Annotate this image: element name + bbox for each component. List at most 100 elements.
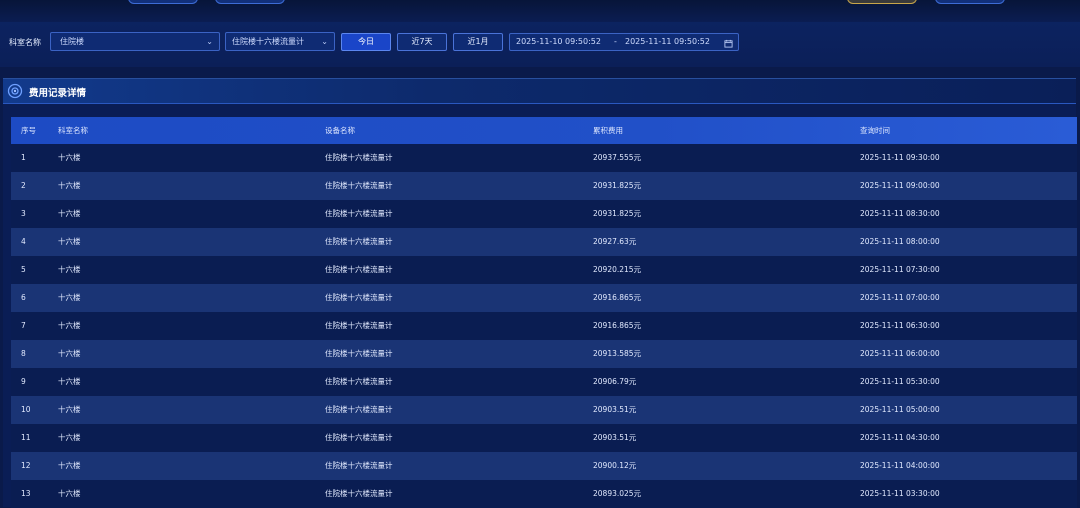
- table-row[interactable]: 2 十六楼 住院楼十六楼流量计 20931.825元 2025-11-11 09…: [11, 172, 1077, 200]
- header-index: 序号: [21, 126, 36, 135]
- filter-bar: 科室名称 住院楼 ⌄ 住院楼十六楼流量计 ⌄ 今日 近7天 近1月 2025-1…: [0, 22, 1080, 67]
- top-nav-tab[interactable]: [847, 0, 917, 4]
- table-row[interactable]: 5 十六楼 住院楼十六楼流量计 20920.215元 2025-11-11 07…: [11, 256, 1077, 284]
- table-header: 序号 科室名称 设备名称 累积费用 查询时间: [11, 117, 1077, 144]
- cell-index: 13: [21, 489, 31, 498]
- cell-dept: 十六楼: [58, 265, 81, 274]
- top-nav-tab[interactable]: [128, 0, 198, 4]
- cell-device: 住院楼十六楼流量计: [325, 321, 393, 330]
- cell-cost: 20903.51元: [593, 433, 637, 442]
- cell-time: 2025-11-11 09:30:00: [860, 153, 940, 162]
- table-row[interactable]: 11 十六楼 住院楼十六楼流量计 20903.51元 2025-11-11 04…: [11, 424, 1077, 452]
- cell-index: 11: [21, 433, 31, 442]
- calendar-icon: [724, 38, 733, 54]
- last-1-month-button[interactable]: 近1月: [453, 33, 503, 51]
- top-nav-tab[interactable]: [215, 0, 285, 4]
- header-dept: 科室名称: [58, 126, 88, 135]
- top-nav-tab[interactable]: [935, 0, 1005, 4]
- dept-select[interactable]: 住院楼 ⌄: [50, 32, 220, 51]
- cell-dept: 十六楼: [58, 153, 81, 162]
- cell-device: 住院楼十六楼流量计: [325, 153, 393, 162]
- cell-time: 2025-11-11 08:00:00: [860, 237, 940, 246]
- table-row[interactable]: 1 十六楼 住院楼十六楼流量计 20937.555元 2025-11-11 09…: [11, 144, 1077, 172]
- cell-index: 6: [21, 293, 26, 302]
- cell-time: 2025-11-11 06:00:00: [860, 349, 940, 358]
- cell-cost: 20913.585元: [593, 349, 642, 358]
- panel-title: 费用记录详情: [29, 88, 87, 99]
- cell-dept: 十六楼: [58, 461, 81, 470]
- table-row[interactable]: 8 十六楼 住院楼十六楼流量计 20913.585元 2025-11-11 06…: [11, 340, 1077, 368]
- device-select[interactable]: 住院楼十六楼流量计 ⌄: [225, 32, 335, 51]
- cell-dept: 十六楼: [58, 405, 81, 414]
- cell-cost: 20927.63元: [593, 237, 637, 246]
- cell-time: 2025-11-11 05:30:00: [860, 377, 940, 386]
- cell-index: 1: [21, 153, 26, 162]
- circle-target-icon: [7, 83, 23, 99]
- table-row[interactable]: 13 十六楼 住院楼十六楼流量计 20893.025元 2025-11-11 0…: [11, 480, 1077, 508]
- table-row[interactable]: 12 十六楼 住院楼十六楼流量计 20900.12元 2025-11-11 04…: [11, 452, 1077, 480]
- cell-cost: 20893.025元: [593, 489, 642, 498]
- cost-record-table: 序号 科室名称 设备名称 累积费用 查询时间 1 十六楼 住院楼十六楼流量计 2…: [11, 117, 1077, 508]
- cell-index: 4: [21, 237, 26, 246]
- header-cost: 累积费用: [593, 126, 623, 135]
- cell-device: 住院楼十六楼流量计: [325, 433, 393, 442]
- cell-index: 2: [21, 181, 26, 190]
- date-end: 2025-11-11 09:50:52: [625, 37, 710, 46]
- cell-cost: 20931.825元: [593, 209, 642, 218]
- cell-dept: 十六楼: [58, 321, 81, 330]
- cell-device: 住院楼十六楼流量计: [325, 461, 393, 470]
- cell-time: 2025-11-11 03:30:00: [860, 489, 940, 498]
- cell-index: 10: [21, 405, 31, 414]
- header-device: 设备名称: [325, 126, 355, 135]
- cell-dept: 十六楼: [58, 181, 81, 190]
- cell-dept: 十六楼: [58, 489, 81, 498]
- cell-cost: 20900.12元: [593, 461, 637, 470]
- cell-device: 住院楼十六楼流量计: [325, 377, 393, 386]
- cell-index: 9: [21, 377, 26, 386]
- cell-time: 2025-11-11 09:00:00: [860, 181, 940, 190]
- table-row[interactable]: 4 十六楼 住院楼十六楼流量计 20927.63元 2025-11-11 08:…: [11, 228, 1077, 256]
- cell-device: 住院楼十六楼流量计: [325, 265, 393, 274]
- cell-time: 2025-11-11 07:00:00: [860, 293, 940, 302]
- dept-select-value: 住院楼: [60, 37, 84, 46]
- table-row[interactable]: 9 十六楼 住院楼十六楼流量计 20906.79元 2025-11-11 05:…: [11, 368, 1077, 396]
- cell-index: 8: [21, 349, 26, 358]
- cell-time: 2025-11-11 06:30:00: [860, 321, 940, 330]
- today-button[interactable]: 今日: [341, 33, 391, 51]
- top-navigation-bar: [0, 0, 1080, 22]
- header-time: 查询时间: [860, 126, 890, 135]
- dept-label: 科室名称: [9, 38, 41, 47]
- cell-device: 住院楼十六楼流量计: [325, 489, 393, 498]
- cell-dept: 十六楼: [58, 433, 81, 442]
- panel-header: 费用记录详情: [3, 79, 1076, 104]
- date-range-picker[interactable]: 2025-11-10 09:50:52 - 2025-11-11 09:50:5…: [509, 33, 739, 51]
- cell-device: 住院楼十六楼流量计: [325, 237, 393, 246]
- cell-cost: 20916.865元: [593, 321, 642, 330]
- cell-device: 住院楼十六楼流量计: [325, 209, 393, 218]
- table-row[interactable]: 3 十六楼 住院楼十六楼流量计 20931.825元 2025-11-11 08…: [11, 200, 1077, 228]
- cell-dept: 十六楼: [58, 209, 81, 218]
- cost-record-panel: 费用记录详情 序号 科室名称 设备名称 累积费用 查询时间 1 十六楼 住院楼十…: [3, 78, 1077, 508]
- cell-dept: 十六楼: [58, 293, 81, 302]
- cell-time: 2025-11-11 07:30:00: [860, 265, 940, 274]
- table-row[interactable]: 10 十六楼 住院楼十六楼流量计 20903.51元 2025-11-11 05…: [11, 396, 1077, 424]
- cell-index: 3: [21, 209, 26, 218]
- chevron-down-icon: ⌄: [206, 37, 213, 46]
- cell-time: 2025-11-11 05:00:00: [860, 405, 940, 414]
- cell-dept: 十六楼: [58, 377, 81, 386]
- cell-time: 2025-11-11 04:30:00: [860, 433, 940, 442]
- cell-cost: 20916.865元: [593, 293, 642, 302]
- chevron-down-icon: ⌄: [321, 37, 328, 46]
- table-row[interactable]: 7 十六楼 住院楼十六楼流量计 20916.865元 2025-11-11 06…: [11, 312, 1077, 340]
- table-row[interactable]: 6 十六楼 住院楼十六楼流量计 20916.865元 2025-11-11 07…: [11, 284, 1077, 312]
- last-7-days-button[interactable]: 近7天: [397, 33, 447, 51]
- cell-index: 5: [21, 265, 26, 274]
- cell-index: 12: [21, 461, 31, 470]
- cell-dept: 十六楼: [58, 349, 81, 358]
- cell-cost: 20920.215元: [593, 265, 642, 274]
- cell-device: 住院楼十六楼流量计: [325, 181, 393, 190]
- cell-device: 住院楼十六楼流量计: [325, 293, 393, 302]
- cell-cost: 20937.555元: [593, 153, 642, 162]
- cell-time: 2025-11-11 08:30:00: [860, 209, 940, 218]
- cell-device: 住院楼十六楼流量计: [325, 405, 393, 414]
